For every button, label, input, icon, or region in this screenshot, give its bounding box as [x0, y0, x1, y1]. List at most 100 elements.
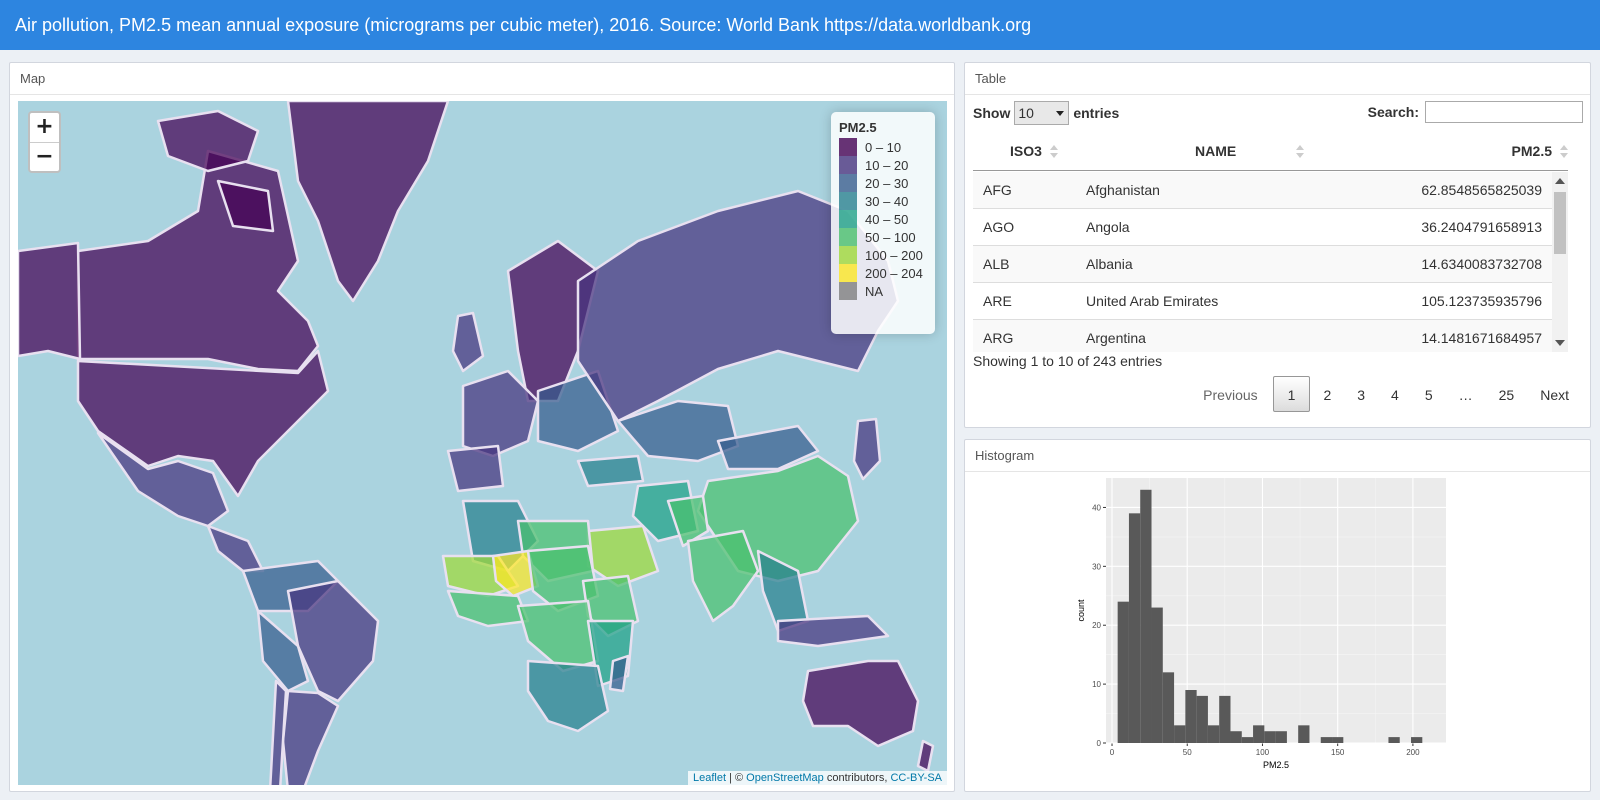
country-alaska: [18, 241, 82, 361]
legend-swatch: [839, 228, 857, 246]
scroll-down-icon[interactable]: [1555, 340, 1565, 346]
x-axis-label: PM2.5: [1263, 760, 1289, 770]
zoom-out-button[interactable]: −: [30, 142, 59, 171]
page-button-5[interactable]: 5: [1412, 376, 1446, 412]
histogram-bar: [1174, 725, 1186, 743]
histogram-panel: Histogram 0 50 100 150 200 0 10 20 30 40 PM2.5 coun…: [964, 439, 1591, 792]
cell-iso3: ARE: [983, 293, 1012, 309]
histogram-bar: [1411, 737, 1423, 743]
cell-iso3: ALB: [983, 256, 1010, 272]
page-button-2[interactable]: 2: [1310, 376, 1344, 412]
column-header-name[interactable]: NAME: [1195, 143, 1305, 159]
column-header-iso3[interactable]: ISO3: [1010, 143, 1058, 159]
cell-pm25: 36.2404791658913: [1421, 219, 1542, 235]
scroll-up-icon[interactable]: [1555, 178, 1565, 184]
y-axis-label: count: [1076, 599, 1086, 622]
page-button-4[interactable]: 4: [1378, 376, 1412, 412]
cell-name: Angola: [1086, 219, 1130, 235]
page-title: Air pollution, PM2.5 mean annual exposur…: [15, 15, 1032, 35]
attribution-separator: | ©: [726, 772, 747, 784]
histogram-bar: [1253, 725, 1265, 743]
page-button-25[interactable]: 25: [1486, 376, 1528, 412]
country-greenland: [286, 101, 450, 303]
country-uk: [451, 311, 485, 373]
histogram-bar: [1128, 513, 1141, 743]
sort-icon: [1296, 145, 1305, 159]
x-tick-label: 0: [1110, 748, 1115, 757]
leaflet-map[interactable]: + − PM2.5 0 – 10 10 – 20 20 – 30 30 – 40 40 …: [18, 101, 947, 785]
country-indonesia: [776, 614, 890, 648]
next-button[interactable]: Next: [1527, 376, 1582, 412]
scroll-thumb[interactable]: [1554, 192, 1566, 254]
y-tick-label: 0: [1097, 739, 1102, 748]
search-label: Search:: [1367, 104, 1419, 120]
cell-name: Albania: [1086, 256, 1133, 272]
x-tick-label: 100: [1256, 748, 1270, 757]
legend-item: 100 – 200: [839, 246, 927, 264]
x-tick-label: 50: [1183, 748, 1192, 757]
x-tick-label: 200: [1406, 748, 1420, 757]
legend-item: 40 – 50: [839, 210, 927, 228]
histogram-bar: [1298, 725, 1310, 743]
cell-pm25: 14.1481671684957: [1421, 330, 1542, 346]
pagination-ellipsis: …: [1458, 387, 1473, 403]
cell-iso3: AGO: [983, 219, 1015, 235]
country-iberia: [446, 444, 505, 493]
legend-label: 10 – 20: [865, 157, 909, 173]
country-central-america: [206, 524, 265, 573]
country-turkey: [576, 454, 645, 488]
y-tick-label: 20: [1092, 621, 1101, 630]
page-button-1[interactable]: 1: [1272, 376, 1311, 412]
legend-item: 30 – 40: [839, 192, 927, 210]
previous-button[interactable]: Previous: [1188, 376, 1272, 412]
table-row[interactable]: ARE United Arab Emirates 105.123735935796: [973, 283, 1552, 320]
column-header-pm25[interactable]: PM2.5: [1512, 143, 1568, 159]
column-label: PM2.5: [1511, 143, 1552, 159]
zoom-control: + −: [28, 111, 61, 173]
histogram-bar: [1230, 731, 1242, 743]
histogram-bar: [1219, 695, 1231, 743]
show-label: Show: [973, 105, 1011, 121]
search-control: Search:: [1368, 101, 1583, 123]
histogram-bar: [1207, 725, 1220, 743]
leaflet-link[interactable]: Leaflet: [693, 772, 726, 784]
table-scrollbar[interactable]: [1552, 172, 1568, 352]
zoom-in-button[interactable]: +: [30, 113, 59, 142]
page-button-3[interactable]: 3: [1344, 376, 1378, 412]
table-row[interactable]: ARG Argentina 14.1481671684957: [973, 320, 1552, 352]
legend-item: NA: [839, 282, 927, 300]
cell-pm25: 105.123735935796: [1421, 293, 1542, 309]
osm-link[interactable]: OpenStreetMap: [746, 772, 824, 784]
table-row[interactable]: AGO Angola 36.2404791658913: [973, 209, 1552, 246]
legend-item: 20 – 30: [839, 174, 927, 192]
histogram-bar: [1241, 737, 1254, 743]
page-length-select[interactable]: 10: [1014, 101, 1070, 125]
cell-iso3: ARG: [983, 330, 1014, 346]
legend-swatch: [839, 138, 857, 156]
legend-swatch: [839, 282, 857, 300]
cell-name: Argentina: [1086, 330, 1146, 346]
histogram-bar: [1320, 737, 1333, 743]
license-link[interactable]: CC-BY-SA: [890, 772, 942, 784]
cell-iso3: AFG: [983, 182, 1012, 198]
table-panel-title: Table: [965, 63, 1590, 95]
sort-icon: [1049, 145, 1058, 159]
world-choropleth[interactable]: [18, 101, 947, 785]
page-length-control: Show 10 entries: [973, 101, 1119, 125]
map-panel: Map + − PM2.5 0 – 10 10 – 20 20 – 30 30 …: [9, 62, 955, 792]
page-length-value: 10: [1018, 105, 1034, 121]
table-info: Showing 1 to 10 of 243 entries: [973, 353, 1163, 369]
legend-item: 200 – 204: [839, 264, 927, 282]
table-body: AFG Afghanistan 62.8548565825039 AGO Angola 3…: [973, 172, 1552, 352]
table-row[interactable]: ALB Albania 14.6340083732708: [973, 246, 1552, 283]
legend-label: 100 – 200: [865, 247, 923, 263]
legend-swatch: [839, 174, 857, 192]
legend-swatch: [839, 264, 857, 282]
map-panel-title: Map: [10, 63, 954, 95]
y-tick-label: 40: [1092, 503, 1101, 512]
histogram-bar: [1275, 731, 1287, 743]
histogram-bar: [1162, 672, 1175, 743]
country-canada: [76, 149, 320, 373]
table-row[interactable]: AFG Afghanistan 62.8548565825039: [973, 172, 1552, 209]
search-input[interactable]: [1425, 101, 1583, 123]
